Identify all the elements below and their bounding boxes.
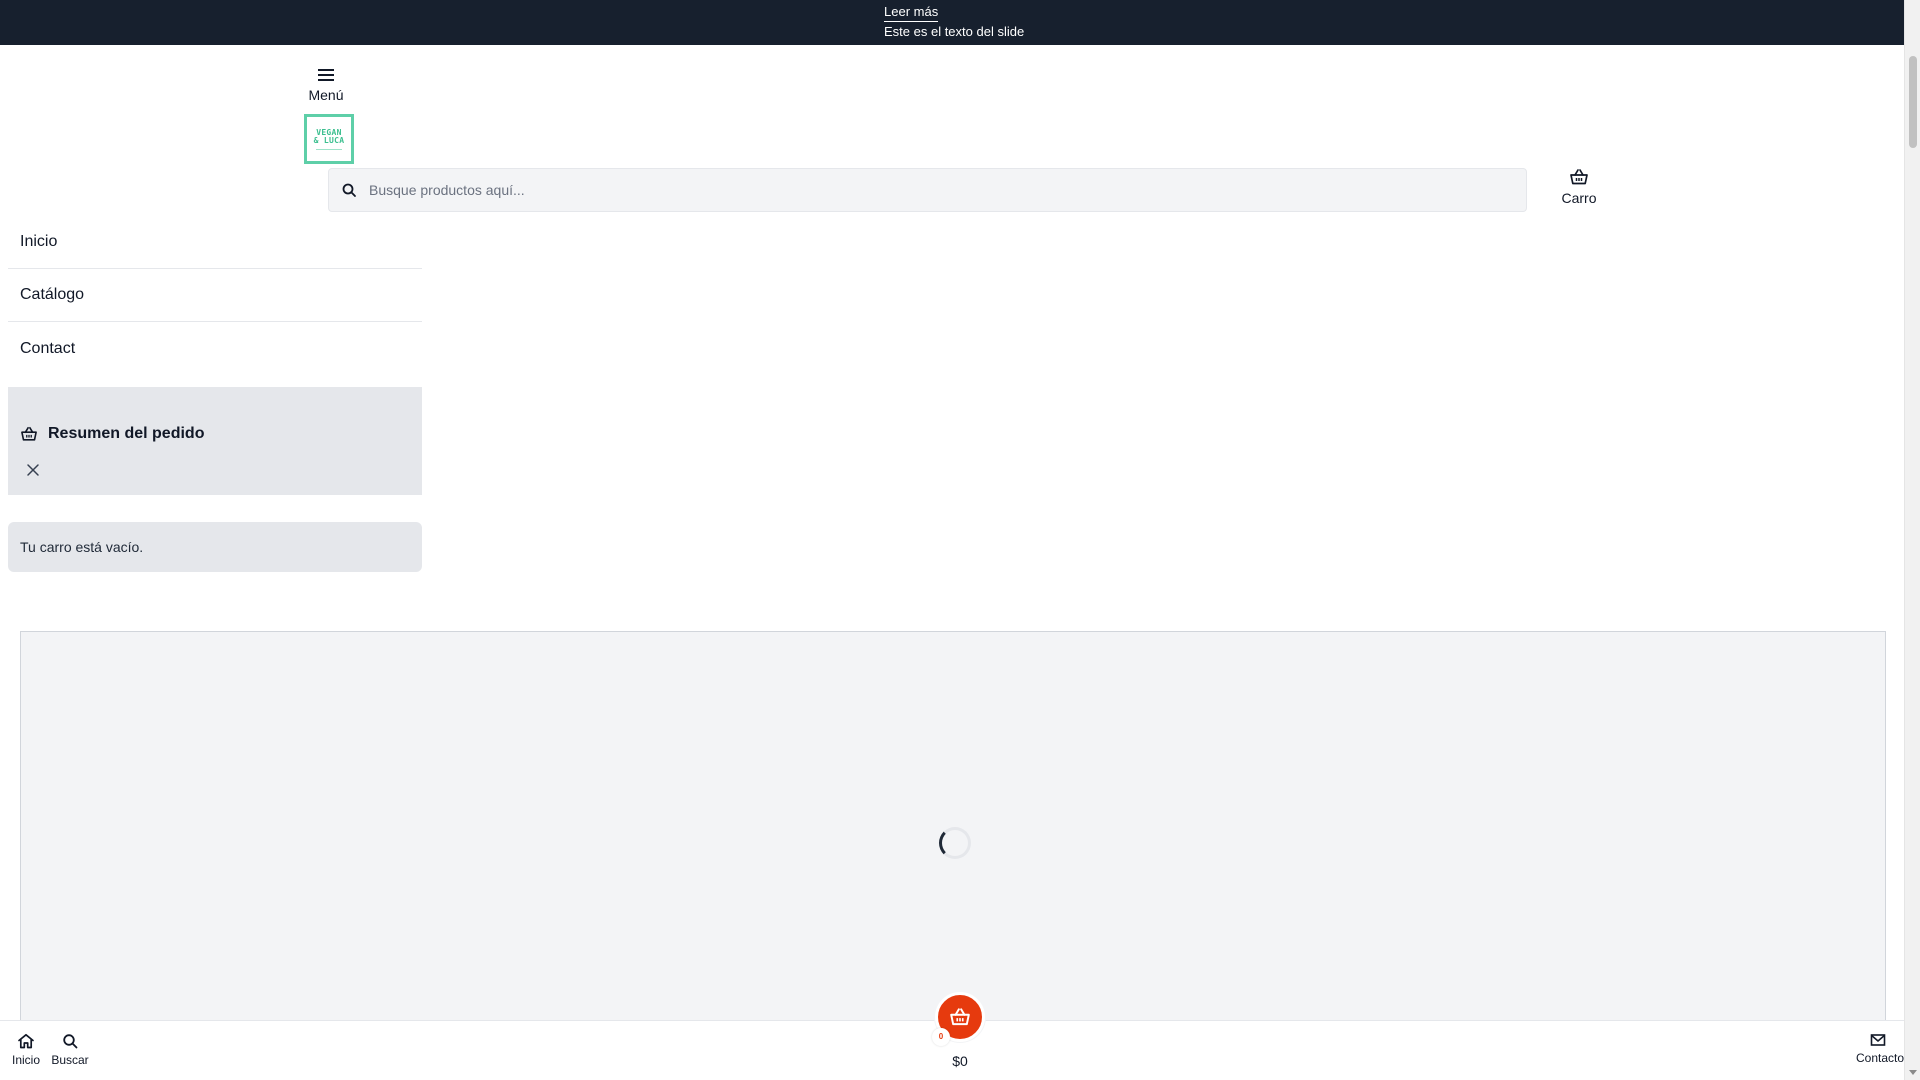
search-input[interactable]: [369, 182, 1469, 198]
basket-icon: [21, 426, 37, 441]
bottom-nav-contact-label: Contacto: [1856, 1051, 1905, 1065]
basket-icon: [950, 1008, 970, 1026]
nav-item-contact[interactable]: Contact: [8, 322, 422, 375]
menu-label: Menú: [308, 87, 344, 103]
logo-divider: [316, 148, 342, 150]
home-icon: [18, 1033, 34, 1049]
bottom-nav-home[interactable]: Inicio: [8, 1033, 44, 1067]
bottom-nav-search[interactable]: Buscar: [48, 1033, 92, 1067]
bottom-nav-search-label: Buscar: [51, 1053, 89, 1067]
scrollbar-thumb[interactable]: [1909, 56, 1917, 148]
nav-item-inicio[interactable]: Inicio: [8, 216, 422, 269]
cart-button[interactable]: Carro: [1555, 168, 1603, 212]
side-nav: Inicio Catálogo Contact: [8, 216, 422, 375]
order-summary-header: Resumen del pedido: [20, 425, 204, 443]
scroll-down-arrow-icon[interactable]: [1909, 1070, 1917, 1075]
page-scrollbar[interactable]: [1904, 0, 1920, 1080]
slide-text: Este es el texto del slide: [884, 24, 1025, 39]
search-icon: [63, 1034, 78, 1049]
cart-label: Carro: [1561, 190, 1597, 206]
order-summary-panel: Resumen del pedido: [8, 387, 422, 495]
announcement-content: Leer más Este es el texto del slide: [884, 3, 1024, 40]
menu-icon: [318, 69, 334, 81]
order-summary-title: Resumen del pedido: [48, 425, 205, 442]
empty-cart-message: Tu carro está vacío.: [8, 522, 422, 572]
cart-total: $0: [952, 1053, 968, 1069]
menu-button[interactable]: Menú: [302, 67, 350, 111]
mail-icon: [1870, 1034, 1886, 1046]
announcement-bar: Leer más Este es el texto del slide: [0, 0, 1904, 45]
bottom-nav-contact[interactable]: Contacto: [1856, 1033, 1910, 1065]
search-bar: [328, 168, 1527, 212]
bottom-nav-home-label: Inicio: [11, 1053, 40, 1067]
close-icon[interactable]: [24, 461, 42, 479]
basket-icon: [1570, 169, 1588, 185]
cart-count-badge: 0: [932, 1028, 950, 1046]
store-logo[interactable]: VEGAN & LUCA: [304, 114, 354, 164]
nav-item-catalogo[interactable]: Catálogo: [8, 269, 422, 322]
logo-line-2: & LUCA: [313, 135, 345, 145]
loading-spinner: [939, 827, 971, 859]
search-icon: [342, 183, 356, 197]
read-more-link[interactable]: Leer más: [884, 4, 939, 22]
